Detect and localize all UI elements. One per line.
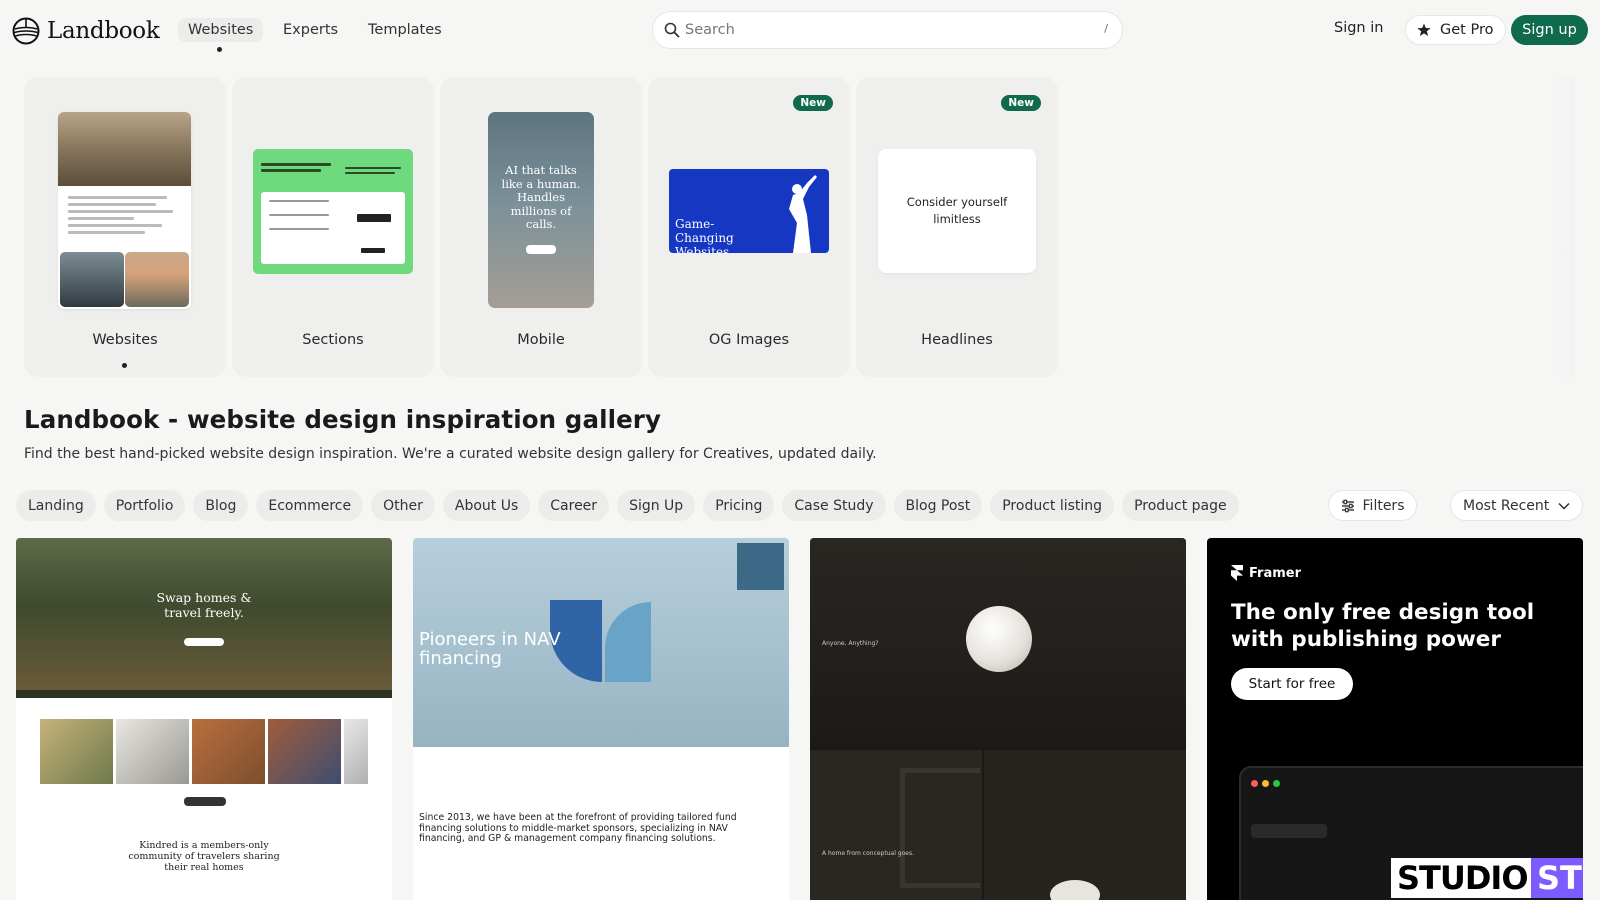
sliders-icon — [1341, 499, 1354, 512]
category-card-headlines[interactable]: New Consider yourself limitless Headline… — [856, 77, 1058, 377]
chip-landing[interactable]: Landing — [16, 490, 96, 521]
search-bar[interactable]: / — [652, 11, 1123, 49]
mobile-preview-image: AI that talks like a human. Handles mill… — [488, 112, 594, 308]
sign-in-link[interactable]: Sign in — [1326, 18, 1391, 38]
nav-financing-hero-title: Pioneers in NAV financing — [419, 629, 561, 669]
gallery-card-nav-financing[interactable]: Pioneers in NAV financing Since 2013, we… — [413, 538, 789, 900]
start-for-free-button[interactable]: Start for free — [1231, 668, 1353, 700]
headlines-preview-text: Consider yourself limitless — [878, 149, 1036, 273]
framer-ad-title: The only free design tool with publishin… — [1231, 600, 1535, 652]
page-subtitle: Find the best hand-picked website design… — [24, 446, 877, 462]
sort-label: Most Recent — [1463, 497, 1550, 514]
category-label: Websites — [92, 332, 158, 348]
sort-dropdown[interactable]: Most Recent — [1450, 490, 1583, 521]
gallery-card-interior[interactable]: Anyone, Anything? A home from conceptual… — [810, 538, 1186, 900]
interior-caption-top: Anyone, Anything? — [822, 640, 879, 647]
get-pro-button[interactable]: Get Pro — [1405, 15, 1507, 45]
sections-preview-image — [253, 149, 413, 274]
category-card-sections[interactable]: Sections — [232, 77, 434, 377]
category-card-og-images[interactable]: New Game-Changing Websites OG Images — [648, 77, 850, 377]
mobile-preview-text: AI that talks like a human. Handles mill… — [501, 163, 581, 231]
chip-about-us[interactable]: About Us — [442, 490, 531, 521]
nav-link-experts[interactable]: Experts — [273, 18, 348, 42]
framer-logo: Framer — [1231, 565, 1301, 581]
kindred-body-text: Kindred is a members-only community of t… — [128, 840, 280, 873]
white-object-image — [966, 606, 1032, 672]
websites-preview-image — [58, 112, 191, 309]
search-shortcut-hint: / — [1104, 22, 1108, 35]
kindred-home-photos — [40, 719, 371, 784]
chip-ecommerce[interactable]: Ecommerce — [256, 490, 364, 521]
active-indicator — [217, 47, 222, 52]
sign-up-button[interactable]: Sign up — [1511, 15, 1588, 45]
new-badge: New — [1001, 95, 1041, 111]
search-icon — [664, 22, 680, 38]
gallery-card-framer-ad[interactable]: Framer The only free design tool with pu… — [1207, 538, 1583, 900]
chip-other[interactable]: Other — [371, 490, 435, 521]
filters-button[interactable]: Filters — [1328, 490, 1417, 521]
page-title: Landbook - website design inspiration ga… — [24, 405, 662, 434]
get-pro-label: Get Pro — [1440, 22, 1494, 38]
chip-blog-post[interactable]: Blog Post — [893, 490, 983, 521]
framer-app-screenshot: STUDIO ST — [1239, 766, 1583, 900]
star-icon — [1417, 23, 1431, 36]
top-nav: Landbook Websites Experts Templates / Si… — [0, 0, 1600, 58]
brand-logo[interactable]: Landbook — [12, 16, 160, 46]
new-badge: New — [793, 95, 833, 111]
category-filter-chips: Landing Portfolio Blog Ecommerce Other A… — [16, 490, 1247, 521]
nav-link-templates[interactable]: Templates — [358, 18, 452, 42]
category-label: Headlines — [921, 332, 993, 348]
category-card-mobile[interactable]: AI that talks like a human. Handles mill… — [440, 77, 642, 377]
og-images-preview-image: Game-Changing Websites — [669, 169, 829, 253]
filters-label: Filters — [1362, 497, 1405, 514]
kindred-hero-title: Swap homes & travel freely. — [156, 590, 252, 620]
chip-career[interactable]: Career — [538, 490, 610, 521]
category-label: Sections — [302, 332, 364, 348]
studio-word: STUDIO — [1391, 858, 1534, 898]
golfer-figure-icon — [789, 175, 817, 253]
og-preview-text: Game-Changing Websites — [675, 217, 734, 253]
framer-icon — [1231, 565, 1243, 581]
category-label: OG Images — [708, 332, 790, 348]
carousel-fade-edge — [1555, 77, 1575, 377]
chip-case-study[interactable]: Case Study — [782, 490, 886, 521]
interior-caption-bottom: A home from conceptual goes. — [822, 850, 914, 857]
search-input[interactable] — [685, 13, 1065, 47]
category-label: Mobile — [517, 332, 565, 348]
landbook-logo-icon — [12, 17, 40, 45]
studio-word-cut: ST — [1531, 858, 1583, 898]
category-card-websites[interactable]: Websites — [24, 77, 226, 377]
nav-financing-hero-image: Pioneers in NAV financing — [413, 538, 789, 747]
nav-financing-body-text: Since 2013, we have been at the forefron… — [419, 812, 737, 844]
nav-link-websites[interactable]: Websites — [178, 18, 264, 42]
kindred-hero-image: Swap homes & travel freely. — [16, 538, 392, 690]
chip-blog[interactable]: Blog — [193, 490, 249, 521]
chip-sign-up[interactable]: Sign Up — [617, 490, 696, 521]
brand-name: Landbook — [47, 18, 160, 44]
chip-product-page[interactable]: Product page — [1122, 490, 1239, 521]
chevron-down-icon — [1558, 502, 1570, 510]
chip-portfolio[interactable]: Portfolio — [103, 490, 186, 521]
chip-product-listing[interactable]: Product listing — [990, 490, 1115, 521]
chip-pricing[interactable]: Pricing — [703, 490, 775, 521]
gallery-card-kindred[interactable]: Swap homes & travel freely. Kindred is a… — [16, 538, 392, 900]
active-indicator — [122, 363, 127, 368]
